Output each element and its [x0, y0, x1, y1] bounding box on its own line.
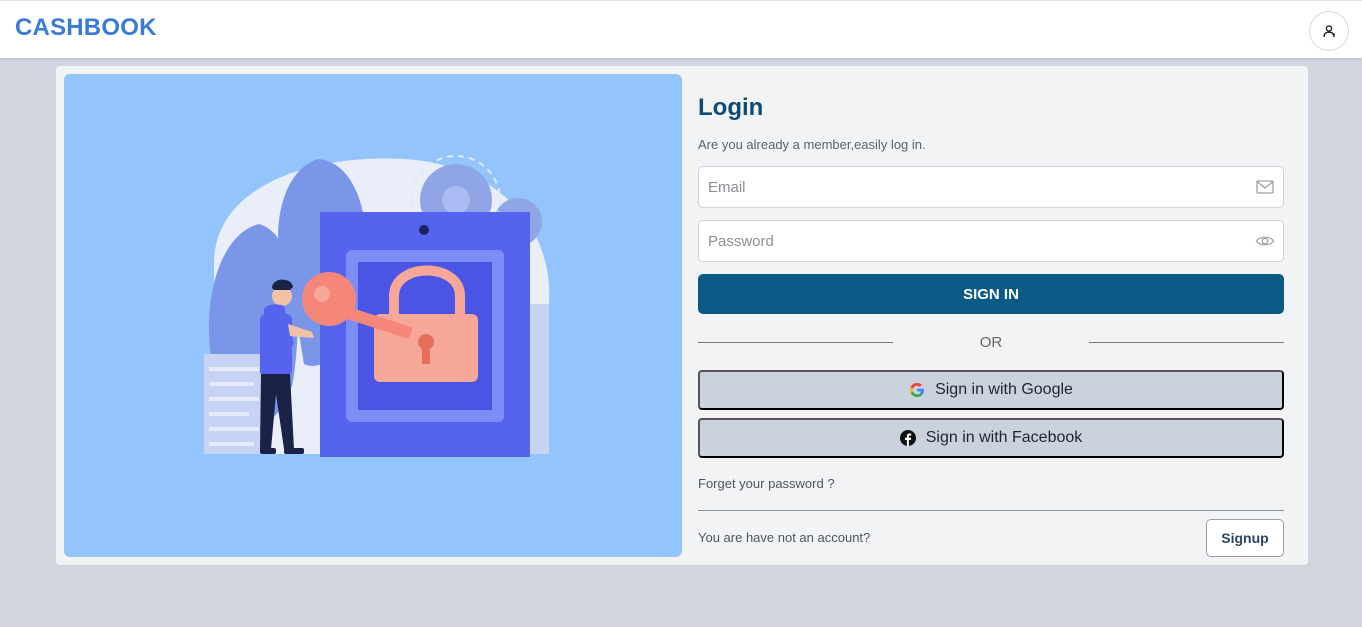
google-icon — [910, 383, 925, 397]
user-icon — [1323, 25, 1335, 38]
password-input[interactable] — [699, 221, 1239, 261]
or-divider-right — [1089, 342, 1284, 343]
illustration-panel — [64, 74, 682, 557]
google-sign-in-label: Sign in with Google — [935, 381, 1073, 398]
login-subtitle: Are you already a member,easily log in. — [698, 137, 926, 152]
password-field-wrapper — [698, 220, 1284, 262]
email-field-wrapper — [698, 166, 1284, 208]
no-account-text: You are have not an account? — [698, 530, 871, 545]
login-form: Login Are you already a member,easily lo… — [698, 66, 1284, 565]
facebook-sign-in-label: Sign in with Facebook — [925, 429, 1083, 446]
eye-icon[interactable] — [1255, 232, 1275, 250]
facebook-sign-in-button[interactable]: Sign in with Facebook — [698, 418, 1284, 458]
form-divider — [698, 510, 1284, 511]
user-account-button[interactable] — [1309, 11, 1349, 51]
login-card: Login Are you already a member,easily lo… — [56, 66, 1308, 565]
brand-logo[interactable]: CASHBOOK — [15, 14, 157, 42]
email-input[interactable] — [699, 167, 1239, 207]
person-key-lock-illustration — [204, 155, 550, 457]
mail-icon — [1256, 180, 1274, 194]
facebook-icon — [899, 430, 916, 446]
google-sign-in-button[interactable]: Sign in with Google — [698, 370, 1284, 410]
sign-in-button[interactable]: SIGN IN — [698, 274, 1284, 314]
page-title: Login — [698, 94, 764, 121]
signup-button[interactable]: Signup — [1206, 519, 1284, 557]
forgot-password-link[interactable]: Forget your password ? — [698, 476, 835, 491]
top-navbar: CASHBOOK — [0, 0, 1362, 58]
